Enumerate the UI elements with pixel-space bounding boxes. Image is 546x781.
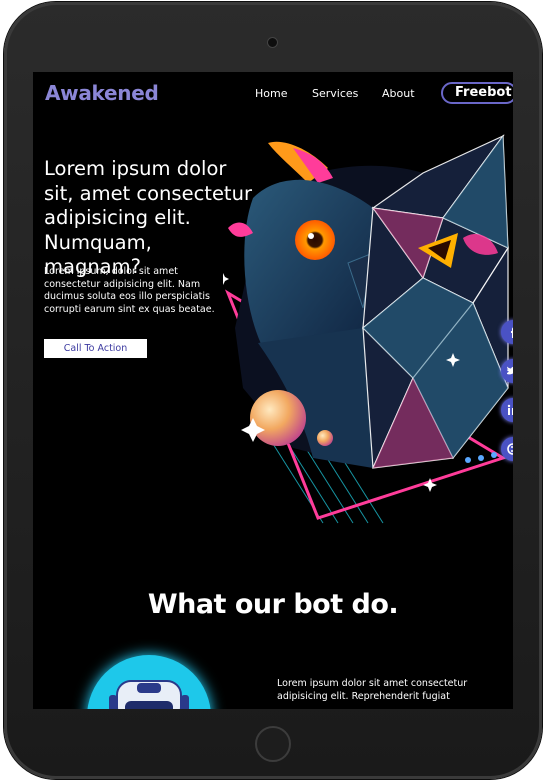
hero-title: Lorem ipsum dolor sit, amet consectetur … (44, 157, 252, 278)
camera-icon (267, 37, 278, 48)
call-to-action-button[interactable]: Call To Action (44, 339, 147, 358)
robot-icon (109, 680, 189, 709)
bot-avatar (87, 655, 211, 709)
navbar: Awakened Home Services About Freebot (33, 72, 513, 117)
brand-logo[interactable]: Awakened (45, 81, 159, 105)
nav-about[interactable]: About (382, 87, 415, 100)
freebot-button[interactable]: Freebot (441, 82, 513, 104)
section-text: Lorem ipsum dolor sit amet consectetur a… (277, 678, 468, 702)
owl-illustration (223, 134, 509, 524)
nav-home[interactable]: Home (255, 87, 287, 100)
section-title: What our bot do. (147, 589, 399, 620)
nav-services[interactable]: Services (312, 87, 358, 100)
home-button[interactable] (255, 726, 291, 762)
screen: Awakened Home Services About Freebot Lor… (33, 72, 513, 709)
hero-text: Lorem ipsum, dolor sit amet consectetur … (44, 266, 215, 315)
